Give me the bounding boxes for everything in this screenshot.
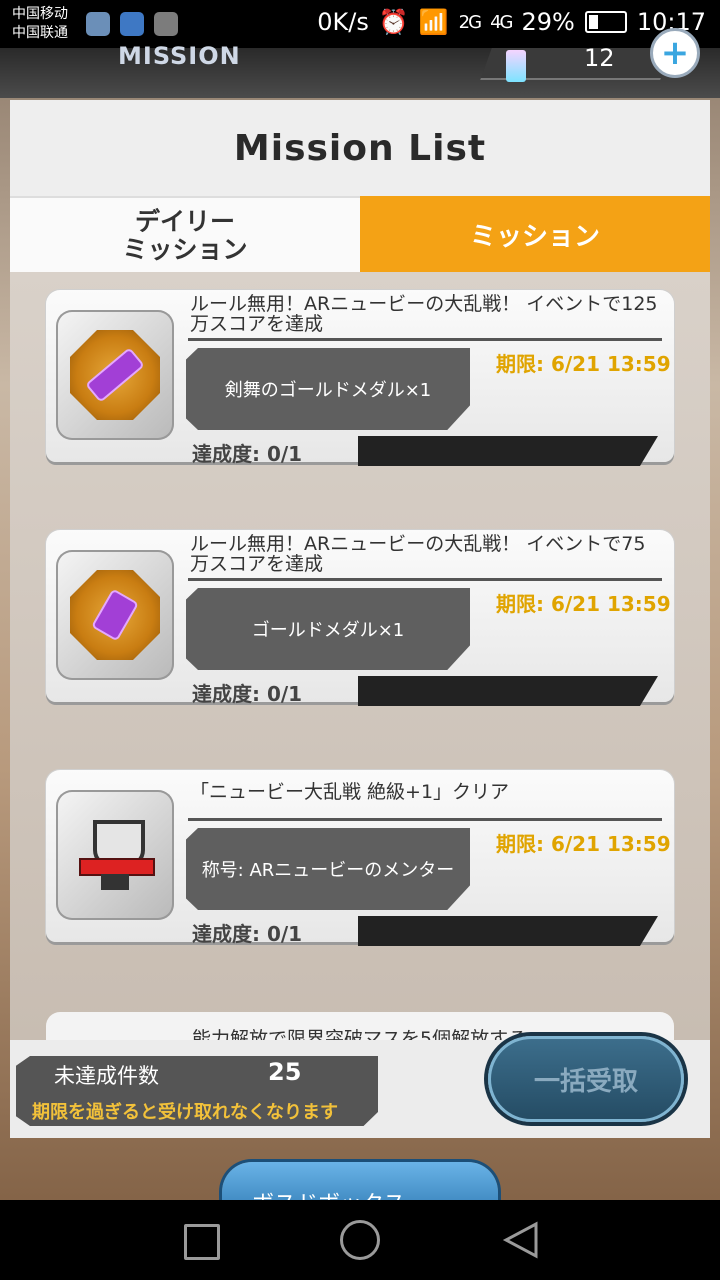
reward-label: ゴールドメダル×1 xyxy=(186,588,470,670)
mission-footer: 未達成件数 25 期限を過ぎると受け取れなくなります 一括受取 xyxy=(10,1036,710,1138)
alarm-icon: ⏰ xyxy=(378,8,409,36)
mission-panel: Mission List デイリー ミッション ミッション ルール無用！ARニュ… xyxy=(10,100,710,1138)
claim-all-button[interactable]: 一括受取 xyxy=(488,1036,684,1122)
carrier-1: 中国移动 xyxy=(12,6,68,22)
game-header: MISSION 12 xyxy=(0,42,720,98)
trophy-base xyxy=(101,874,129,890)
tab-mission-label: ミッション xyxy=(469,221,600,252)
navigation-bar xyxy=(0,1200,720,1280)
status-bar: 中国移动 中国联通 0K/s ⏰ 📶 2G 4G 29% 10:17 xyxy=(0,0,720,48)
progress-label: 達成度: 0/1 xyxy=(192,922,303,946)
deadline: 期限: 6/21 13:59 xyxy=(496,352,671,376)
reward-icon-frame xyxy=(56,790,174,920)
status-right: 0K/s ⏰ 📶 2G 4G 29% 10:17 xyxy=(317,8,706,36)
sword-emblem-icon xyxy=(87,349,143,401)
panel-title: Mission List xyxy=(233,128,487,169)
home-icon[interactable] xyxy=(340,1220,380,1260)
reward-text: 称号: ARニュービーのメンター xyxy=(201,860,455,881)
reward-label: 剣舞のゴールドメダル×1 xyxy=(186,348,470,430)
mission-card[interactable]: ルール無用！ARニュービーの大乱戦！ イベントで75万スコアを達成 ゴールドメダ… xyxy=(46,530,676,706)
divider xyxy=(188,818,662,821)
mission-list[interactable]: ルール無用！ARニュービーの大乱戦！ イベントで125万スコアを達成 剣舞のゴー… xyxy=(10,272,710,1040)
currency-value: 12 xyxy=(584,44,615,72)
reward-text: 剣舞のゴールドメダル×1 xyxy=(224,380,432,401)
mission-title: ルール無用！ARニュービーの大乱戦！ イベントで75万スコアを達成 xyxy=(190,533,646,575)
progress-bar xyxy=(358,436,658,466)
battery-icon xyxy=(584,11,627,33)
signal-2g-icon: 2G xyxy=(458,11,482,33)
reward-icon-frame xyxy=(56,310,174,440)
signal-4g-icon: 4G xyxy=(490,11,513,33)
expiry-note: 期限を過ぎると受け取れなくなります xyxy=(32,1102,338,1123)
remaining-label: 未達成件数 xyxy=(54,1064,159,1088)
tab-daily-mission[interactable]: デイリー ミッション xyxy=(10,196,360,274)
progress-bar xyxy=(358,916,658,946)
app-notification-icon xyxy=(86,12,110,36)
notification-icons xyxy=(86,12,178,36)
mission-title: 能力解放で限界突破マスを5個解放する xyxy=(192,1028,528,1040)
health-app-icon xyxy=(120,12,144,36)
add-currency-button[interactable]: + xyxy=(650,28,700,78)
gold-medal-icon xyxy=(70,570,160,660)
tab-daily-label: デイリー ミッション xyxy=(122,207,248,264)
mission-card[interactable]: 「ニュービー大乱戦 絶級+1」クリア 称号: ARニュービーのメンター 期限: … xyxy=(46,770,676,946)
reward-icon-frame xyxy=(56,550,174,680)
remaining-count: 25 xyxy=(268,1058,302,1086)
progress-label: 達成度: 0/1 xyxy=(192,682,303,706)
mission-card[interactable]: ルール無用！ARニュービーの大乱戦！ イベントで125万スコアを達成 剣舞のゴー… xyxy=(46,290,676,466)
back-icon[interactable] xyxy=(502,1220,542,1260)
crystal-icon xyxy=(506,50,526,82)
network-speed: 0K/s xyxy=(317,8,369,36)
battery-percent: 29% xyxy=(521,8,575,36)
progress-bar xyxy=(358,676,658,706)
recent-apps-icon[interactable] xyxy=(184,1224,220,1260)
divider xyxy=(188,578,662,581)
progress-label: 達成度: 0/1 xyxy=(192,442,303,466)
tab-mission[interactable]: ミッション xyxy=(360,196,710,272)
trophy-icon xyxy=(73,812,157,898)
drill-emblem-icon xyxy=(93,591,137,639)
battery-level xyxy=(588,15,598,29)
wifi-icon: 📶 xyxy=(418,8,449,36)
carrier-info: 中国移动 中国联通 xyxy=(12,5,68,43)
carrier-2: 中国联通 xyxy=(12,25,68,41)
header-title: MISSION xyxy=(118,42,241,70)
mission-title: ルール無用！ARニュービーの大乱戦！ イベントで125万スコアを達成 xyxy=(190,293,658,335)
divider xyxy=(188,338,662,341)
deadline: 期限: 6/21 13:59 xyxy=(496,592,671,616)
deadline: 期限: 6/21 13:59 xyxy=(496,832,671,856)
image-notification-icon xyxy=(154,12,178,36)
gold-medal-icon xyxy=(70,330,160,420)
reward-label: 称号: ARニュービーのメンター xyxy=(186,828,470,910)
reward-text: ゴールドメダル×1 xyxy=(251,620,405,641)
mission-title: 「ニュービー大乱戦 絶級+1」クリア xyxy=(190,781,510,803)
